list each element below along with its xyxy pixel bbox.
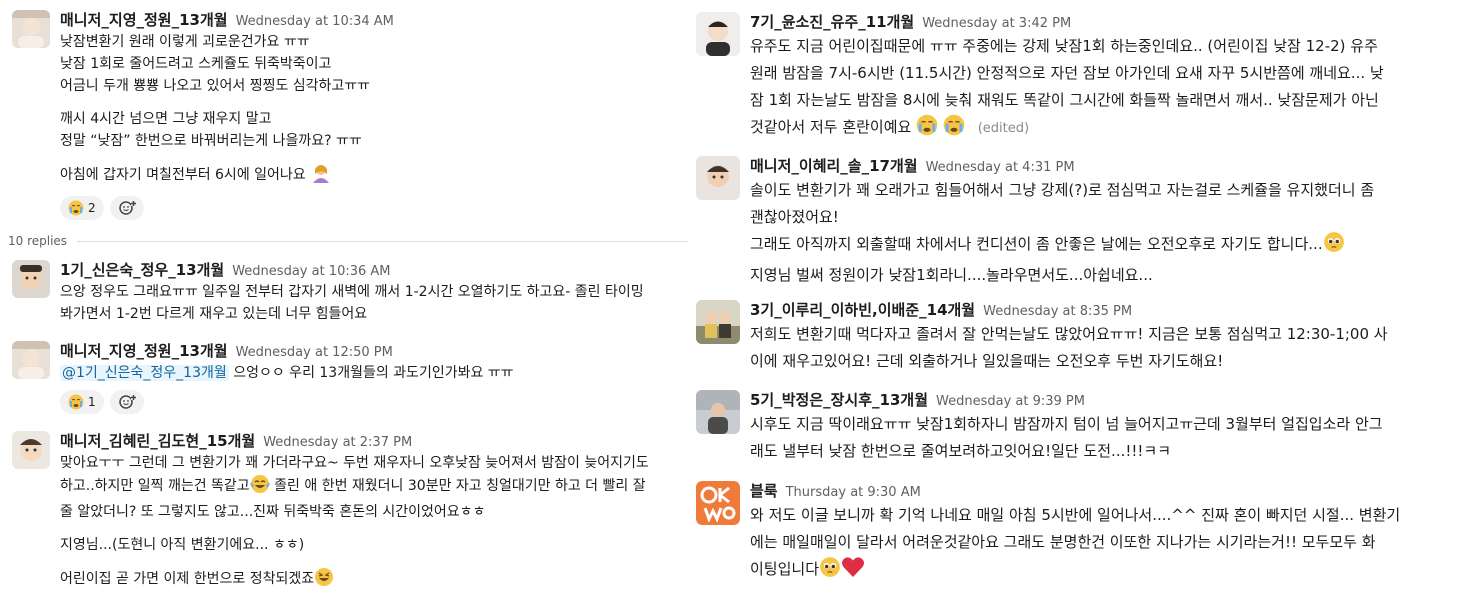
reply-message[interactable]: 매니저_지영_정원_13개월 Wednesday at 12:50 PM @1기…: [12, 340, 688, 414]
author-name[interactable]: 매니저_지영_정원_13개월: [60, 9, 228, 30]
message-line: 것같아서 저두 혼란이예요 (edited): [750, 114, 1472, 145]
reply-message[interactable]: 블룩 Thursday at 9:30 AM 와 저도 이글 보니까 확 기억 …: [696, 480, 1472, 587]
timestamp[interactable]: Wednesday at 8:35 PM: [983, 304, 1132, 319]
reactions-bar: 1: [60, 390, 688, 414]
avatar[interactable]: [696, 12, 740, 56]
parent-message[interactable]: 매니저_지영_정원_13개월 Wednesday at 10:34 AM 낮잠변…: [12, 9, 688, 220]
message-line: 하고..하지만 일찍 깨는건 똑같고 졸린 애 한번 재웠더니 30분만 자고 …: [60, 474, 688, 501]
message-line: 맞아요ㅜㅜ 그런데 그 변환기가 꽤 가더라구요~ 두번 재우자니 오후낮잠 늦…: [60, 455, 649, 471]
message-line: 지영님 벌써 정원이가 낮잠1회라니....놀라우면서도...아쉽네요...: [750, 266, 1153, 284]
timestamp[interactable]: Thursday at 9:30 AM: [786, 485, 921, 500]
reply-message[interactable]: 매니저_김혜린_김도현_15개월 Wednesday at 2:37 PM 맞아…: [12, 430, 688, 594]
reply-message[interactable]: 7기_윤소진_유주_11개월 Wednesday at 3:42 PM 유주도 …: [696, 11, 1472, 145]
add-emoji-icon: [118, 395, 136, 409]
reactions-bar: 2: [60, 196, 688, 220]
pleading-face-icon: [819, 556, 841, 587]
timestamp[interactable]: Wednesday at 10:36 AM: [232, 264, 390, 279]
author-name[interactable]: 1기_신은숙_정우_13개월: [60, 259, 224, 280]
timestamp[interactable]: Wednesday at 12:50 PM: [236, 345, 393, 360]
reply-message[interactable]: 1기_신은숙_정우_13개월 Wednesday at 10:36 AM 으앙 …: [12, 259, 688, 325]
message-line: 줄 알았더니? 또 그렇지도 않고...진짜 뒤죽박죽 혼돈의 시간이었어요ㅎㅎ: [60, 504, 486, 520]
red-heart-icon: [841, 556, 865, 587]
crying-face-icon: [68, 394, 84, 410]
laughing-face-icon: [314, 567, 334, 594]
reply-message[interactable]: 5기_박정은_장시후_13개월 Wednesday at 9:39 PM 시후도…: [696, 389, 1472, 465]
blook-logo-icon: [696, 481, 740, 525]
timestamp[interactable]: Wednesday at 2:37 PM: [263, 435, 412, 450]
crying-face-icon: [916, 114, 938, 145]
message-line: 원래 밤잠을 7시-6시반 (11.5시간) 안정적으로 자던 잠보 아가인데 …: [750, 64, 1384, 82]
timestamp[interactable]: Wednesday at 10:34 AM: [236, 14, 394, 29]
author-name[interactable]: 매니저_지영_정원_13개월: [60, 340, 228, 361]
crying-face-icon: [943, 114, 965, 145]
message-line: 낮잠변환기 원래 이렇게 괴로운건가요 ㅠㅠ: [60, 34, 310, 50]
person-shrug-icon: [310, 163, 332, 190]
reaction-count: 1: [88, 395, 96, 409]
message-line: 저희도 변환기때 먹다자고 졸려서 잘 안먹는날도 많았어요ㅠㅠ! 지금은 보통…: [750, 325, 1388, 343]
reply-message[interactable]: 매니저_이혜리_솔_17개월 Wednesday at 4:31 PM 솔이도 …: [696, 155, 1472, 289]
message-line: 지영님...(도현니 아직 변환기에요... ㅎㅎ): [60, 537, 305, 553]
author-name[interactable]: 5기_박정은_장시후_13개월: [750, 389, 928, 410]
message-line: 에는 매일매일이 달라서 어려운것같아요 그래도 분명한건 이또한 지나가는 시…: [750, 533, 1376, 551]
message-line: @1기_신은숙_정우_13개월 으엉ㅇㅇ 우리 13개월들의 과도기인가봐요 ㅠ…: [60, 365, 514, 381]
message-line: 이팅입니다: [750, 556, 1472, 587]
author-name[interactable]: 매니저_김혜린_김도현_15개월: [60, 430, 255, 451]
message-line: 그래도 아직까지 외출할때 차에서나 컨디션이 좀 안좋은 날에는 오전오후로 …: [750, 231, 1472, 262]
message-line: 래도 낼부터 낮잠 한번으로 줄여보려하고잇어요!일단 도전...!!!ㅋㅋ: [750, 442, 1171, 460]
message-line: 와 저도 이글 보니까 확 기억 나네요 매일 아침 5시반에 일어나서....…: [750, 506, 1401, 524]
message-line: 어금니 두개 뿅뿅 나오고 있어서 찡찡도 심각하고ㅠㅠ: [60, 78, 371, 94]
add-reaction-button[interactable]: [109, 390, 144, 414]
avatar[interactable]: [696, 156, 740, 200]
avatar[interactable]: [12, 260, 50, 298]
message-line: 이에 재우고있어요! 근데 외출하거나 일있을때는 오전오후 두번 자기도해요!: [750, 352, 1224, 370]
timestamp[interactable]: Wednesday at 9:39 PM: [936, 394, 1085, 409]
avatar[interactable]: [12, 10, 50, 48]
edited-label: (edited): [977, 121, 1030, 136]
reaction-crying[interactable]: 1: [60, 390, 104, 414]
message-line: 괜찮아졌어요!: [750, 208, 839, 226]
message-line: 으앙 정우도 그래요ㅠㅠ 일주일 전부터 갑자기 새벽에 깨서 1-2시간 오열…: [60, 284, 644, 300]
avatar[interactable]: [696, 390, 740, 434]
reaction-crying[interactable]: 2: [60, 196, 104, 220]
message-line: 낮잠 1회로 줄어드려고 스케쥴도 뒤죽박죽이고: [60, 56, 332, 72]
logo-avatar[interactable]: [696, 481, 740, 525]
add-emoji-icon: [118, 201, 136, 215]
author-name[interactable]: 3기_이루리_이하빈,이배준_14개월: [750, 299, 975, 320]
message-line: 정말 “낮잠” 한번으로 바꿔버리는게 나을까요? ㅠㅠ: [60, 133, 362, 149]
avatar[interactable]: [12, 431, 50, 469]
user-mention[interactable]: @1기_신은숙_정우_13개월: [60, 365, 229, 381]
author-name[interactable]: 7기_윤소진_유주_11개월: [750, 11, 914, 32]
divider: [77, 240, 688, 242]
message-line: 봐가면서 1-2번 다르게 재우고 있는데 너무 힘들어요: [60, 306, 368, 322]
author-name[interactable]: 블룩: [750, 480, 778, 501]
timestamp[interactable]: Wednesday at 4:31 PM: [926, 160, 1075, 175]
replies-divider: 10 replies: [8, 232, 688, 250]
message-line: 잠 1회 자는날도 밤잠을 8시에 늦춰 재워도 똑같이 그시간에 화들짝 놀래…: [750, 91, 1379, 109]
message-line: 시후도 지금 딱이래요ㅠㅠ 낮잠1회하자니 밤잠까지 텀이 넘 늘어지고ㅠ근데 …: [750, 415, 1383, 433]
reply-count[interactable]: 10 replies: [8, 234, 67, 248]
message-line: 아침에 갑자기 며칠전부터 6시에 일어나요: [60, 163, 688, 190]
reply-message[interactable]: 3기_이루리_이하빈,이배준_14개월 Wednesday at 8:35 PM…: [696, 299, 1472, 375]
message-line: 어린이집 곧 가면 이제 한번으로 정착되겠죠: [60, 567, 688, 594]
author-name[interactable]: 매니저_이혜리_솔_17개월: [750, 155, 918, 176]
pleading-face-icon: [1323, 231, 1345, 262]
avatar[interactable]: [696, 300, 740, 344]
message-line: 깨시 4시간 넘으면 그냥 재우지 말고: [60, 111, 272, 127]
message-line: 솔이도 변환기가 꽤 오래가고 힘들어해서 그냥 강제(?)로 점심먹고 자는걸…: [750, 181, 1375, 199]
joy-face-icon: [249, 474, 270, 501]
reaction-count: 2: [88, 201, 96, 215]
avatar[interactable]: [12, 341, 50, 379]
message-line: 유주도 지금 어린이집때문에 ㅠㅠ 주중에는 강제 낮잠1회 하는중인데요.. …: [750, 37, 1378, 55]
add-reaction-button[interactable]: [109, 196, 144, 220]
crying-face-icon: [68, 200, 84, 216]
timestamp[interactable]: Wednesday at 3:42 PM: [922, 16, 1071, 31]
